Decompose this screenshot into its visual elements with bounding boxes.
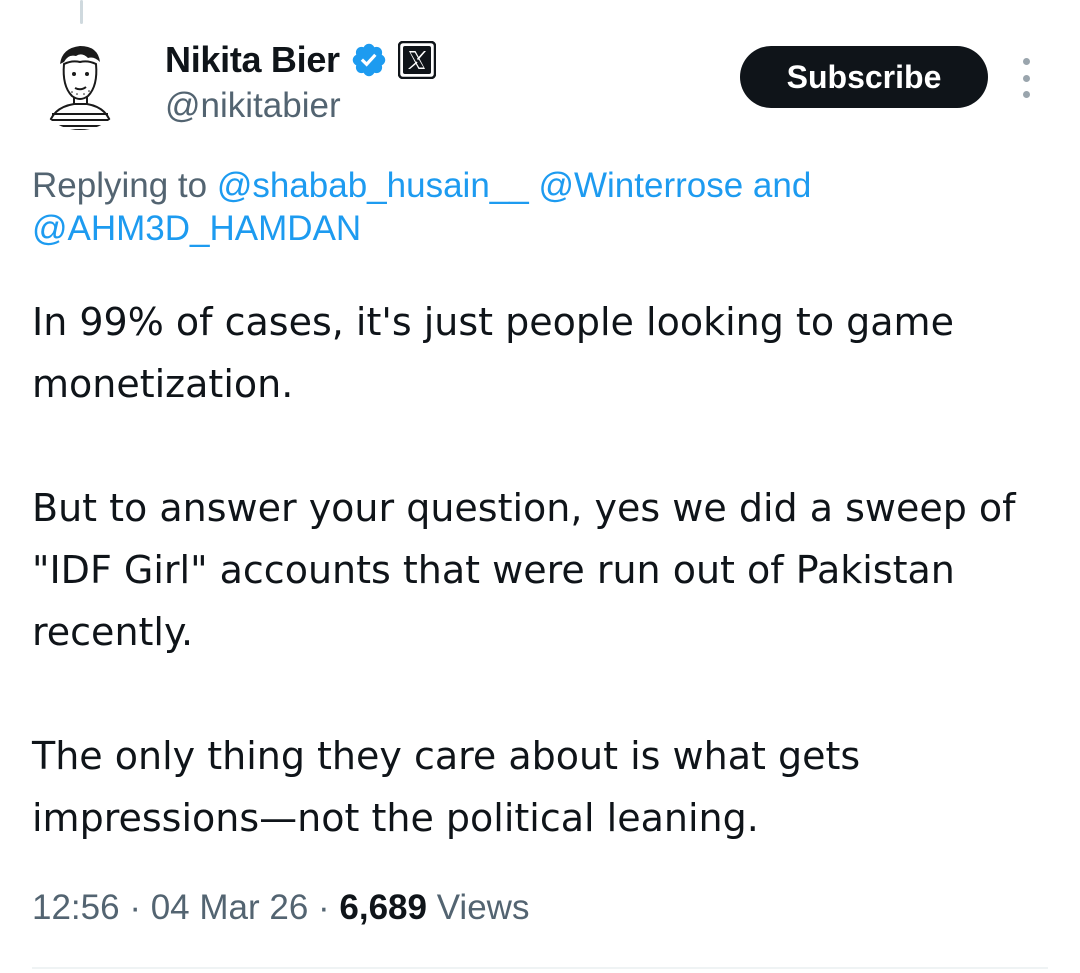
mention-link[interactable]: @AHM3D_HAMDAN (32, 209, 361, 248)
more-dot (1022, 58, 1030, 65)
tweet-meta: 12:56 · 04 Mar 26 · 6,689 Views (32, 888, 529, 928)
views-count[interactable]: 6,689 (339, 888, 427, 927)
replying-to-line: Replying to @shabab_husain__ @Winterrose… (32, 164, 1042, 250)
avatar-illustration (32, 34, 128, 130)
divider (32, 967, 1048, 969)
tweet-paragraph: The only thing they care about is what g… (32, 734, 861, 840)
tweet-text: In 99% of cases, it's just people lookin… (32, 291, 1062, 849)
author-display-name[interactable]: Nikita Bier (165, 39, 340, 81)
avatar[interactable] (32, 34, 128, 130)
x-logo-icon[interactable] (397, 41, 436, 79)
author-handle[interactable]: @nikitabier (165, 86, 341, 126)
verified-badge-icon[interactable] (350, 41, 388, 79)
replying-to-label: Replying to (32, 166, 217, 205)
views-label: Views (427, 888, 530, 927)
meta-separator: · (119, 888, 151, 927)
tweet-date[interactable]: 04 Mar 26 (151, 888, 309, 927)
mention-link[interactable]: @Winterrose (538, 166, 743, 205)
meta-separator: · (308, 888, 340, 927)
more-dot (1022, 91, 1030, 98)
tweet-paragraph: In 99% of cases, it's just people lookin… (32, 300, 954, 406)
mention-link[interactable]: @shabab_husain__ (217, 166, 529, 205)
mention-separator (529, 166, 539, 205)
tweet-paragraph: But to answer your question, yes we did … (32, 486, 1016, 654)
tweet-time[interactable]: 12:56 (32, 888, 120, 927)
more-vertical-icon[interactable] (1014, 58, 1038, 98)
mention-and[interactable]: and (743, 166, 811, 205)
thread-connector-line (80, 0, 83, 24)
author-name-row: Nikita Bier (165, 36, 436, 84)
subscribe-button[interactable]: Subscribe (740, 46, 988, 108)
more-dot (1022, 74, 1030, 82)
